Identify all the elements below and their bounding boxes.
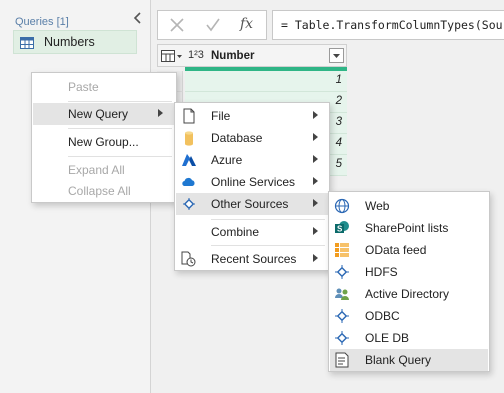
odbc-icon (335, 309, 349, 323)
menu-item-label: Web (365, 199, 390, 213)
globe-icon (334, 198, 350, 214)
menu-item-label: Combine (211, 225, 260, 239)
cell-value: 5 (335, 158, 342, 170)
submenu-arrow-icon (313, 111, 318, 119)
menu-item-active-directory[interactable]: Active Directory (330, 283, 488, 305)
formula-input[interactable]: = Table.TransformColumnTypes(Source (272, 10, 504, 40)
column-type-icon[interactable]: 1²3 (188, 49, 204, 61)
menu-item-odata-feed[interactable]: OData feed (330, 239, 488, 261)
other-sources-icon (183, 198, 195, 210)
menu-item-label: Database (211, 131, 263, 145)
menu-item-online-services[interactable]: Online Services (176, 171, 328, 193)
cell-value: 4 (335, 137, 342, 149)
menu-item-recent-sources[interactable]: Recent Sources (176, 248, 328, 270)
menu-item-sharepoint-lists[interactable]: S SharePoint lists (330, 217, 488, 239)
menu-item-other-sources[interactable]: Other Sources (176, 193, 328, 215)
oledb-icon (335, 331, 349, 345)
submenu-arrow-icon (313, 199, 318, 207)
fx-icon[interactable]: fx (240, 16, 253, 32)
menu-item-label: Expand All (68, 163, 125, 177)
submenu-arrow-icon (313, 254, 318, 262)
blank-query-icon (335, 352, 349, 368)
menu-item-label: File (211, 109, 231, 123)
active-directory-icon (335, 288, 349, 300)
menu-item-odbc[interactable]: ODBC (330, 305, 488, 327)
table-menu-icon[interactable] (161, 49, 183, 63)
menu-item-label: Collapse All (68, 184, 131, 198)
check-icon[interactable] (204, 16, 222, 34)
other-sources-submenu: Web S SharePoint lists OData feed HDFS A… (328, 191, 490, 372)
menu-item-paste[interactable]: Paste (33, 76, 175, 98)
queries-header: Queries [1] (15, 16, 69, 28)
odata-icon (335, 243, 349, 257)
menu-item-label: Online Services (211, 175, 296, 189)
menu-item-database[interactable]: Database (176, 127, 328, 149)
menu-item-label: Active Directory (365, 287, 450, 301)
menu-item-new-query[interactable]: New Query (33, 103, 175, 125)
menu-item-azure[interactable]: Azure (176, 149, 328, 171)
menu-item-label: ODBC (365, 309, 400, 323)
azure-icon (182, 154, 196, 166)
collapse-pane-icon[interactable] (131, 11, 145, 25)
hdfs-icon (335, 265, 349, 279)
menu-separator (68, 156, 172, 157)
grid-header: 1²3 Number (157, 44, 347, 67)
recent-sources-icon (181, 251, 196, 267)
context-menu: Paste New Query New Group... Expand All … (31, 72, 177, 203)
sharepoint-icon: S (335, 221, 349, 234)
cell-value: 3 (335, 116, 342, 128)
cell-value: 1 (335, 74, 342, 86)
menu-item-web[interactable]: Web (330, 195, 488, 217)
table-icon (20, 37, 34, 49)
menu-item-collapse-all[interactable]: Collapse All (33, 180, 175, 202)
chevron-down-icon (333, 54, 340, 58)
table-cell[interactable]: 1 (185, 71, 347, 92)
menu-separator (211, 245, 325, 246)
menu-item-combine[interactable]: Combine (176, 221, 328, 243)
submenu-arrow-icon (313, 155, 318, 163)
query-item-label: Numbers (44, 35, 95, 49)
menu-item-label: Paste (68, 80, 99, 94)
query-item-numbers[interactable]: Numbers (13, 30, 137, 54)
submenu-arrow-icon (313, 133, 318, 141)
menu-item-file[interactable]: File (176, 105, 328, 127)
menu-item-new-group[interactable]: New Group... (33, 131, 175, 153)
cell-value: 2 (335, 95, 342, 107)
submenu-arrow-icon (158, 109, 163, 117)
menu-separator (68, 101, 172, 102)
cloud-icon (182, 177, 195, 186)
menu-item-label: New Group... (68, 135, 139, 149)
close-icon[interactable] (168, 16, 186, 34)
menu-item-expand-all[interactable]: Expand All (33, 159, 175, 181)
formula-buttons: fx (157, 10, 267, 40)
menu-separator (68, 128, 172, 129)
menu-separator (211, 219, 325, 220)
menu-item-label: Other Sources (211, 197, 289, 211)
database-icon (185, 131, 193, 146)
menu-item-label: Blank Query (365, 353, 432, 367)
menu-item-hdfs[interactable]: HDFS (330, 261, 488, 283)
menu-item-label: New Query (68, 107, 129, 121)
menu-item-label: OData feed (365, 243, 427, 257)
menu-item-blank-query[interactable]: Blank Query (330, 349, 488, 371)
menu-item-label: SharePoint lists (365, 221, 449, 235)
menu-item-ole-db[interactable]: OLE DB (330, 327, 488, 349)
submenu-arrow-icon (313, 177, 318, 185)
formula-text: = Table.TransformColumnTypes(Source (281, 18, 504, 32)
submenu-arrow-icon (313, 227, 318, 235)
menu-item-label: Azure (211, 153, 243, 167)
menu-item-label: HDFS (365, 265, 398, 279)
menu-item-label: OLE DB (365, 331, 410, 345)
new-query-submenu: File Database Azure Online Services Othe… (174, 102, 330, 271)
menu-item-label: Recent Sources (211, 252, 297, 266)
column-header-number[interactable]: Number (211, 50, 254, 62)
file-icon (183, 108, 195, 124)
svg-text:S: S (337, 225, 343, 234)
column-filter-button[interactable] (329, 48, 344, 63)
